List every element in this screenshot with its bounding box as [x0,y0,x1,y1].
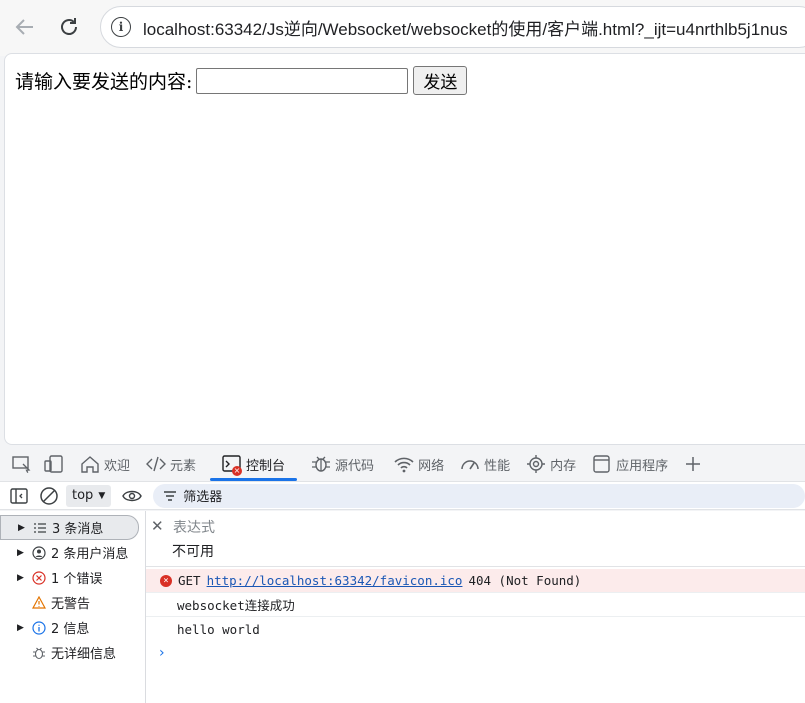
live-expression: ✕ 表达式 不可用 [146,511,805,567]
devtools-tab-bar: 欢迎 元素 × 控制台 源代码 网络 性能 内存 应用程序 [0,447,805,482]
sidebar-item-errors[interactable]: ▶ 1 个错误 [0,565,145,590]
tab-welcome[interactable]: 欢迎 [72,447,138,482]
sidebar-item-verbose[interactable]: 无详细信息 [0,640,145,665]
console-log-message: hello world [177,621,260,637]
app-icon [593,455,610,473]
error-link[interactable]: http://localhost:63342/favicon.ico [207,573,463,588]
tab-application[interactable]: 应用程序 [584,447,676,482]
arrow-left-icon [15,19,33,35]
tab-label: 内存 [550,458,577,474]
tab-console[interactable]: × 控制台 [210,447,298,482]
live-expression-value: 不可用 [172,544,214,560]
gauge-icon [461,460,479,470]
context-select[interactable]: top ▼ [66,484,112,507]
inspect-element-button[interactable] [0,447,36,482]
url-text: localhost:63342/Js逆向/Websocket/websocket… [143,19,788,39]
sidebar-toggle-icon [10,487,28,504]
console-prompt[interactable]: › [159,645,165,661]
reload-icon [61,18,77,35]
console-toolbar: top ▼ 筛选器 [0,482,805,510]
tab-label: 应用程序 [616,458,669,474]
home-icon [81,456,99,473]
chip-icon [527,455,546,473]
filter-placeholder: 筛选器 [183,490,223,505]
tab-label: 网络 [418,458,445,474]
live-expression-button[interactable] [121,485,143,507]
bug-icon [312,456,331,472]
user-icon [31,545,47,560]
error-badge-icon: × [232,465,243,476]
console-sidebar: ▶ 3 条消息 ▶ 2 条用户消息 ▶ 1 个错误 无警告 ▶ 2 信息 无详细… [0,511,146,703]
plus-icon [686,457,701,471]
sidebar-item-label: 1 个错误 [51,572,103,587]
sidebar-item-info[interactable]: ▶ 2 信息 [0,615,145,640]
caret-down-icon: ▼ [98,490,106,501]
expand-arrow-icon[interactable]: ▶ [17,623,27,633]
sidebar-item-label: 2 信息 [51,622,90,637]
sidebar-item-user-messages[interactable]: ▶ 2 条用户消息 [0,540,145,565]
clear-icon [40,486,58,505]
sidebar-item-label: 无详细信息 [51,647,117,662]
tab-label: 性能 [484,458,511,474]
console-error-message: × GET http://localhost:63342/favicon.ico… [146,569,805,593]
tab-performance[interactable]: 性能 [452,447,518,482]
request-method: GET [178,573,201,588]
expand-arrow-icon[interactable]: ▶ [17,573,27,583]
expand-arrow-icon[interactable]: ▶ [17,548,27,558]
device-icon [44,455,63,473]
error-icon [31,570,47,585]
filter-input[interactable]: 筛选器 [153,483,805,508]
page-viewport: 请输入要发送的内容: 发送 [4,53,805,445]
console-panel: ✕ 表达式 不可用 × GET http://localhost:63342/f… [146,511,805,703]
sidebar-item-label: 3 条消息 [52,522,104,537]
tab-sources[interactable]: 源代码 [303,447,382,482]
tab-label: 源代码 [335,458,375,474]
back-button[interactable] [10,9,40,45]
tab-label: 欢迎 [104,458,131,474]
tab-label: 元素 [170,458,197,474]
message-input[interactable] [196,67,409,94]
device-toolbar-button[interactable] [36,447,72,482]
live-expression-title[interactable]: 表达式 [173,517,215,537]
code-icon [146,456,167,472]
clear-console-button[interactable] [38,485,60,507]
tab-elements[interactable]: 元素 [138,447,204,482]
toggle-sidebar-button[interactable] [8,485,30,507]
bug-icon [31,646,47,660]
browser-toolbar: i localhost:63342/Js逆向/Websocket/websock… [0,0,805,56]
error-status: 404 (Not Found) [468,573,582,588]
error-icon: × [160,574,172,587]
address-bar[interactable]: i localhost:63342/Js逆向/Websocket/websock… [100,6,805,48]
close-icon[interactable]: ✕ [151,517,164,535]
sidebar-item-label: 2 条用户消息 [51,547,129,562]
more-tools-button[interactable] [676,447,710,482]
message-label: 请输入要发送的内容: [15,71,193,93]
inspect-icon [12,456,31,473]
console-log-message: websocket连接成功 [146,593,805,617]
warning-icon [31,596,47,609]
info-icon [31,620,47,635]
send-form: 请输入要发送的内容: 发送 [15,66,468,95]
expand-arrow-icon[interactable]: ▶ [18,523,28,533]
eye-icon [122,490,143,501]
info-icon[interactable]: i [111,17,131,37]
sidebar-item-messages[interactable]: ▶ 3 条消息 [0,515,139,540]
filter-icon [164,490,177,501]
context-value: top [72,488,94,503]
list-icon [32,522,48,534]
tab-memory[interactable]: 内存 [518,447,584,482]
reload-button[interactable] [54,9,84,45]
send-button[interactable]: 发送 [413,66,468,95]
tab-label: 控制台 [246,458,286,474]
sidebar-item-warnings[interactable]: 无警告 [0,590,145,615]
tab-network[interactable]: 网络 [386,447,452,482]
wifi-icon [394,457,414,473]
sidebar-item-label: 无警告 [51,597,91,612]
